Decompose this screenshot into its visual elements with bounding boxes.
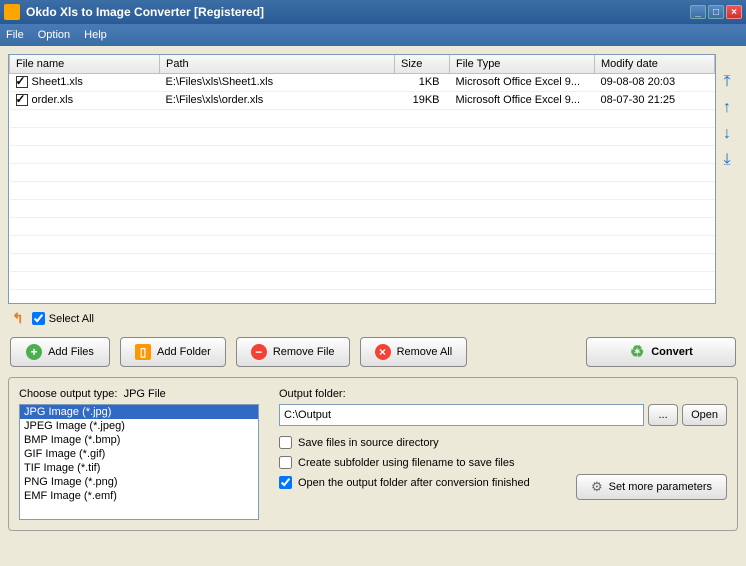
col-filetype[interactable]: File Type (450, 55, 595, 73)
select-all-label: Select All (49, 313, 94, 325)
output-folder-input[interactable] (279, 404, 644, 426)
maximize-button[interactable]: □ (708, 5, 724, 19)
row-checkbox[interactable] (16, 94, 28, 106)
row-checkbox[interactable] (16, 76, 28, 88)
folder-icon: ▯ (135, 344, 151, 360)
list-item[interactable]: JPG Image (*.jpg) (20, 405, 258, 419)
convert-button[interactable]: ♻ Convert (586, 337, 736, 367)
list-item[interactable]: JPEG Image (*.jpeg) (20, 419, 258, 433)
subfolder-checkbox[interactable] (279, 456, 292, 469)
move-top-icon[interactable]: ⤒ (719, 74, 735, 90)
bottom-panel: Choose output type: JPG File JPG Image (… (8, 377, 738, 531)
minimize-button[interactable]: _ (690, 5, 706, 19)
output-type-list[interactable]: JPG Image (*.jpg)JPEG Image (*.jpeg)BMP … (19, 404, 259, 520)
save-source-checkbox[interactable] (279, 436, 292, 449)
client-area: File name Path Size File Type Modify dat… (0, 46, 746, 566)
remove-all-button[interactable]: × Remove All (360, 337, 468, 367)
list-item[interactable]: EMF Image (*.emf) (20, 489, 258, 503)
titlebar: Okdo Xls to Image Converter [Registered]… (0, 0, 746, 24)
close-button[interactable]: × (726, 5, 742, 19)
output-type-current: JPG File (124, 388, 166, 400)
list-item[interactable]: PNG Image (*.png) (20, 475, 258, 489)
convert-icon: ♻ (629, 344, 645, 360)
save-source-label: Save files in source directory (298, 437, 439, 449)
table-row[interactable]: Sheet1.xlsE:\Files\xls\Sheet1.xls1KBMicr… (10, 73, 715, 91)
file-list[interactable]: File name Path Size File Type Modify dat… (8, 54, 716, 304)
subfolder-label: Create subfolder using filename to save … (298, 457, 514, 469)
app-icon (4, 4, 20, 20)
open-after-checkbox[interactable] (279, 476, 292, 489)
plus-icon: + (26, 344, 42, 360)
menu-option[interactable]: Option (38, 29, 70, 41)
add-folder-button[interactable]: ▯ Add Folder (120, 337, 226, 367)
open-folder-button[interactable]: Open (682, 404, 727, 426)
list-item[interactable]: BMP Image (*.bmp) (20, 433, 258, 447)
col-modify[interactable]: Modify date (595, 55, 715, 73)
side-arrows: ⤒ ↑ ↓ ⤓ (716, 54, 738, 304)
col-filename[interactable]: File name (10, 55, 160, 73)
move-up-icon[interactable]: ↑ (719, 100, 735, 116)
output-folder-label: Output folder: (279, 388, 727, 400)
open-after-label: Open the output folder after conversion … (298, 477, 530, 489)
browse-button[interactable]: ... (648, 404, 678, 426)
col-path[interactable]: Path (160, 55, 395, 73)
window-title: Okdo Xls to Image Converter [Registered] (26, 5, 688, 19)
col-size[interactable]: Size (395, 55, 450, 73)
move-down-icon[interactable]: ↓ (719, 126, 735, 142)
select-all-checkbox[interactable]: Select All (32, 312, 94, 325)
add-files-button[interactable]: + Add Files (10, 337, 110, 367)
gear-icon: ⚙ (591, 479, 603, 495)
menubar: File Option Help (0, 24, 746, 46)
list-item[interactable]: GIF Image (*.gif) (20, 447, 258, 461)
menu-help[interactable]: Help (84, 29, 107, 41)
move-bottom-icon[interactable]: ⤓ (719, 152, 735, 168)
x-icon: × (375, 344, 391, 360)
up-folder-icon[interactable]: ↰ (12, 310, 24, 327)
menu-file[interactable]: File (6, 29, 24, 41)
list-item[interactable]: TIF Image (*.tif) (20, 461, 258, 475)
remove-file-button[interactable]: − Remove File (236, 337, 350, 367)
output-type-label: Choose output type: (19, 388, 117, 400)
table-row[interactable]: order.xlsE:\Files\xls\order.xls19KBMicro… (10, 91, 715, 109)
minus-icon: − (251, 344, 267, 360)
more-parameters-button[interactable]: ⚙ Set more parameters (576, 474, 727, 500)
